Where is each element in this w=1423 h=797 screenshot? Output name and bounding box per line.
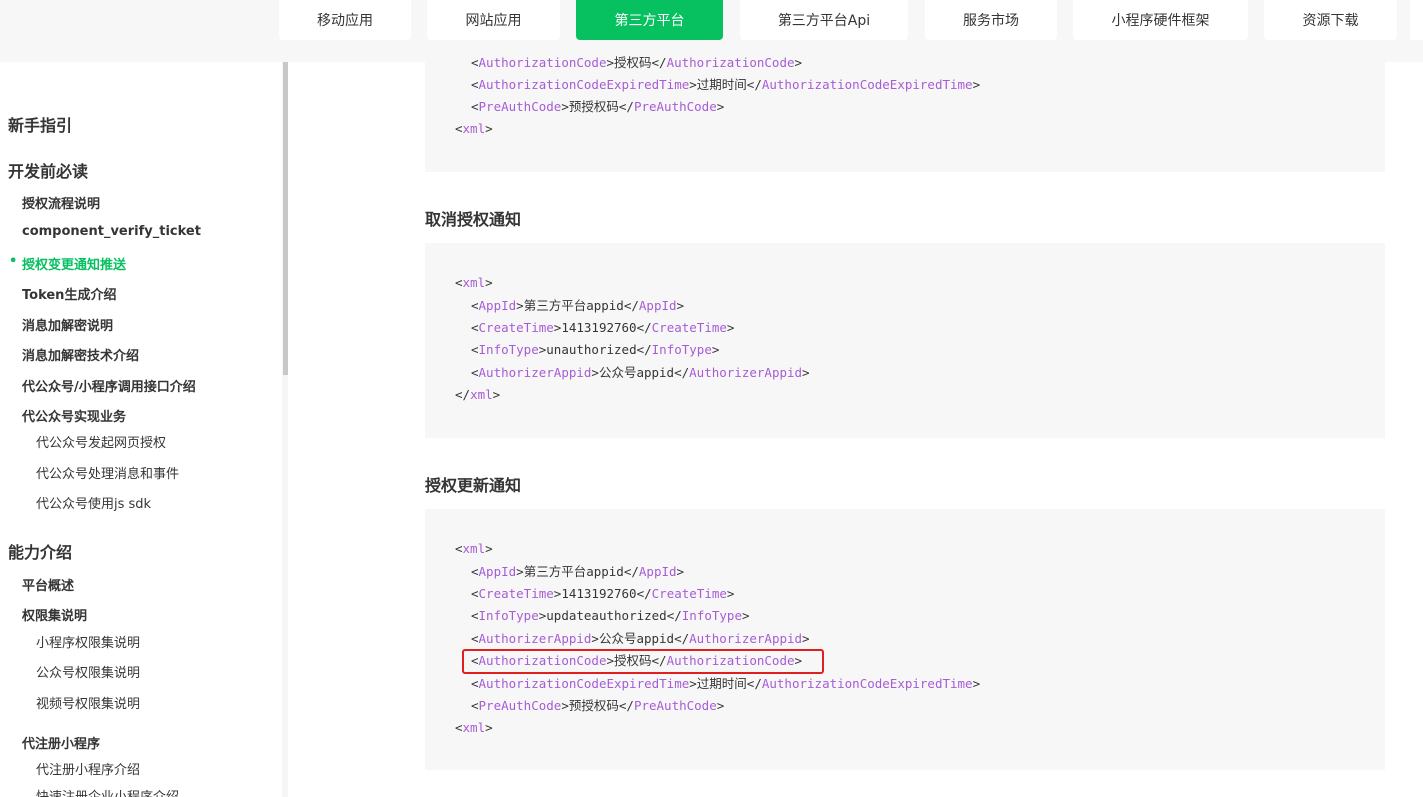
sidebar-item-miniprogram-permissions[interactable]: 小程序权限集说明	[36, 632, 140, 651]
tab-overflow	[1410, 0, 1423, 40]
code-line: <CreateTime>1413192760</CreateTime>	[471, 586, 735, 601]
sidebar-item-register-intro[interactable]: 代注册小程序介绍	[36, 759, 140, 778]
code-line: <AuthorizationCodeExpiredTime>过期时间</Auth…	[471, 77, 981, 92]
code-block-auth: <AuthorizationCode>授权码</AuthorizationCod…	[425, 55, 1385, 172]
code-line: <InfoType>unauthorized</InfoType>	[471, 342, 720, 357]
tab-service-market[interactable]: 服务市场	[925, 0, 1057, 40]
sidebar-item-register-miniprogram[interactable]: 代注册小程序	[22, 733, 100, 752]
tab-mini-program-hardware[interactable]: 小程序硬件框架	[1073, 0, 1248, 40]
code-line: <AuthorizerAppid>公众号appid</AuthorizerApp…	[471, 631, 810, 646]
sidebar-item-channels-permissions[interactable]: 视频号权限集说明	[36, 693, 140, 712]
sidebar-item-platform-overview[interactable]: 平台概述	[22, 575, 74, 594]
code-line: <AuthorizerAppid>公众号appid</AuthorizerApp…	[471, 365, 810, 380]
code-line: <xml>	[455, 541, 493, 556]
code-line: <AppId>第三方平台appid</AppId>	[471, 564, 685, 579]
sidebar-item-auth-flow[interactable]: 授权流程说明	[22, 193, 100, 212]
code-line: <xml>	[455, 121, 493, 136]
sidebar-item-token-intro[interactable]: Token生成介绍	[22, 284, 116, 303]
sidebar-item-before-dev[interactable]: 开发前必读	[8, 158, 88, 182]
code-line: <AuthorizationCodeExpiredTime>过期时间</Auth…	[471, 676, 981, 691]
tab-mobile-app[interactable]: 移动应用	[279, 0, 411, 40]
current-bullet-icon: •	[9, 254, 18, 269]
tab-website-app[interactable]: 网站应用	[427, 0, 560, 40]
sidebar-item-quick-register[interactable]: 快速注册企业小程序介绍	[36, 786, 179, 797]
sidebar-item-msg-encrypt[interactable]: 消息加解密说明	[22, 315, 113, 334]
sidebar-item-proxy-web-auth[interactable]: 代公众号发起网页授权	[36, 432, 166, 451]
sidebar-item-capabilities[interactable]: 能力介绍	[8, 539, 72, 563]
sidebar-item-proxy-business[interactable]: 代公众号实现业务	[22, 406, 126, 425]
code-line: <PreAuthCode>预授权码</PreAuthCode>	[471, 698, 725, 713]
highlight-box	[462, 649, 824, 674]
code-block-cancel-auth: <xml> <AppId>第三方平台appid</AppId> <CreateT…	[425, 243, 1385, 438]
code-line: <InfoType>updateauthorized</InfoType>	[471, 608, 750, 623]
code-line: </xml>	[455, 387, 501, 402]
tab-third-party-api[interactable]: 第三方平台Api	[740, 0, 908, 40]
sidebar-item-proxy-api[interactable]: 代公众号/小程序调用接口介绍	[22, 376, 196, 395]
section-title-cancel-auth: 取消授权通知	[425, 210, 522, 229]
sidebar-item-label: 授权变更通知推送	[22, 258, 127, 273]
tab-resource-download[interactable]: 资源下载	[1264, 0, 1397, 40]
tab-third-party-platform[interactable]: 第三方平台	[576, 0, 723, 40]
code-line: <CreateTime>1413192760</CreateTime>	[471, 320, 735, 335]
section-title-update-auth: 授权更新通知	[425, 476, 522, 495]
sidebar-scrollbar-thumb[interactable]	[283, 62, 288, 375]
sidebar-item-official-account-permissions[interactable]: 公众号权限集说明	[36, 662, 140, 681]
sidebar-item-proxy-messages[interactable]: 代公众号处理消息和事件	[36, 463, 179, 482]
code-line: <AuthorizationCode>授权码</AuthorizationCod…	[471, 55, 803, 70]
code-line: <xml>	[455, 720, 493, 735]
code-block-update-auth: <xml> <AppId>第三方平台appid</AppId> <CreateT…	[425, 509, 1385, 770]
code-line: <AppId>第三方平台appid</AppId>	[471, 298, 685, 313]
sidebar-item-msg-encrypt-tech[interactable]: 消息加解密技术介绍	[22, 345, 139, 364]
sidebar-item-auth-change-notify[interactable]: • 授权变更通知推送	[9, 254, 127, 273]
sidebar-item-permissions[interactable]: 权限集说明	[22, 605, 87, 624]
sidebar-item-beginner-guide[interactable]: 新手指引	[8, 112, 72, 136]
code-line: <PreAuthCode>预授权码</PreAuthCode>	[471, 99, 725, 114]
sidebar-item-proxy-jssdk[interactable]: 代公众号使用js sdk	[36, 493, 151, 512]
code-line: <xml>	[455, 275, 493, 290]
sidebar-item-verify-ticket[interactable]: component_verify_ticket	[22, 224, 201, 239]
